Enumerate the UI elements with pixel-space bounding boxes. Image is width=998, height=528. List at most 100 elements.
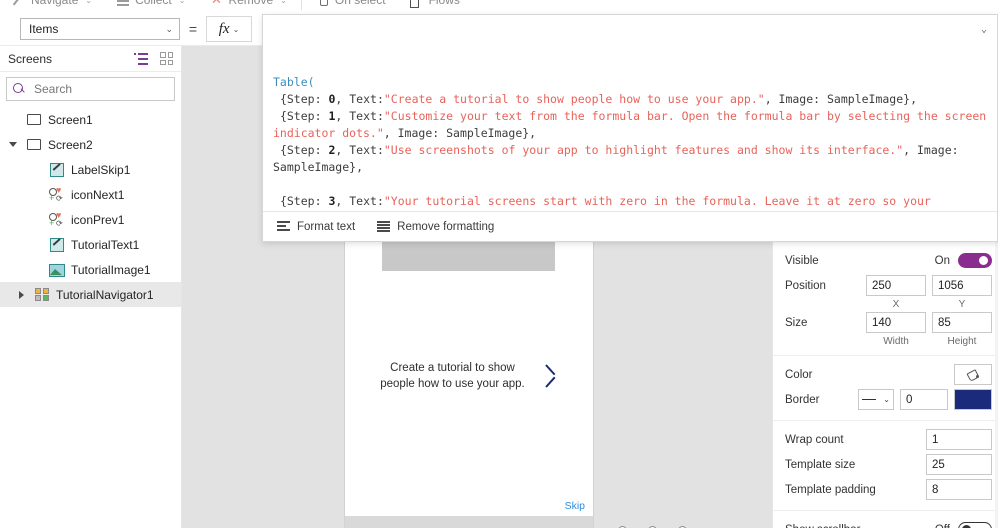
- collapse-formula-icon[interactable]: ⌄: [981, 21, 987, 38]
- position-x-input[interactable]: [866, 275, 926, 296]
- tree-item-iconnext1[interactable]: +⟳ iconNext1: [0, 182, 181, 207]
- tree-item-tutorialnavigator1[interactable]: TutorialNavigator1: [0, 282, 181, 307]
- property-label: Wrap count: [785, 433, 844, 446]
- position-y-input[interactable]: [932, 275, 992, 296]
- paint-bucket-icon: [967, 369, 979, 381]
- ribbon-item-on-select[interactable]: On select: [304, 0, 398, 13]
- tree-item-label: TutorialImage1: [71, 262, 151, 277]
- tree-item-label: Screen1: [48, 112, 93, 127]
- tree-item-iconprev1[interactable]: +⟳ iconPrev1: [0, 207, 181, 232]
- properties-section: Color Border ⌄: [773, 355, 998, 420]
- field-group: [866, 312, 992, 333]
- tree-item-label: Screen2: [48, 137, 93, 152]
- formula-line: {Step: 1, Text:"Customize your text from…: [273, 108, 987, 142]
- formula-token: :: [376, 109, 384, 123]
- property-row-position: Position: [773, 273, 998, 298]
- tree-item-tutorialimage1[interactable]: TutorialImage1: [0, 257, 181, 282]
- formula-token: :: [314, 194, 329, 208]
- ribbon-item-label: Flows: [428, 0, 460, 7]
- size-height-input[interactable]: [932, 312, 992, 333]
- remove-formatting-button[interactable]: Remove formatting: [377, 221, 494, 233]
- toggle-show-scrollbar[interactable]: [958, 522, 992, 528]
- color-picker-button[interactable]: [954, 364, 992, 385]
- formula-token: Step: [286, 194, 315, 208]
- toggle-wrapper: On: [935, 253, 992, 268]
- formula-bar-popup[interactable]: ⌄ Table( {Step: 0, Text:"Create a tutori…: [262, 14, 998, 242]
- toggle-knob: [979, 256, 988, 265]
- formula-token: Text: [349, 194, 377, 208]
- ribbon-item-collect[interactable]: Collect ⌄: [104, 0, 197, 13]
- on-select-icon: [316, 0, 330, 7]
- tree-item-screen2[interactable]: Screen2: [0, 132, 181, 157]
- ribbon-item-navigate[interactable]: Navigate ⌄: [0, 0, 104, 13]
- chevron-right-icon[interactable]: [544, 360, 566, 394]
- format-text-button[interactable]: Format text: [277, 221, 355, 233]
- tree-item-label: iconNext1: [71, 187, 125, 202]
- collect-icon: [116, 0, 130, 7]
- border-style-dropdown[interactable]: ⌄: [858, 389, 894, 410]
- chevron-down-icon: ⌄: [232, 24, 240, 34]
- app-preview-screen[interactable]: Create a tutorial to show people how to …: [345, 240, 593, 528]
- ribbon-item-flows[interactable]: Flows: [398, 0, 472, 13]
- toggle-visible[interactable]: [958, 253, 992, 268]
- properties-section: Wrap count Template size Template padding: [773, 420, 998, 510]
- gallery-icon: [35, 288, 49, 301]
- collapse-twisty-icon[interactable]: [6, 142, 20, 147]
- formula-token: , Image: SampleImage},: [383, 126, 537, 140]
- ribbon-item-label: Navigate: [31, 0, 79, 7]
- formula-token: Step: [286, 109, 315, 123]
- tree-view-icon[interactable]: [134, 52, 148, 65]
- formula-token: Text: [349, 143, 377, 157]
- remove-formatting-icon: [377, 221, 391, 232]
- border-style-line-icon: [862, 398, 876, 401]
- ribbon-item-remove[interactable]: ✕ Remove ⌄: [197, 0, 298, 13]
- formula-token: ,: [335, 143, 350, 157]
- size-width-input[interactable]: [866, 312, 926, 333]
- tree-item-screen1[interactable]: Screen1: [0, 107, 181, 132]
- tree-item-labelskip1[interactable]: LabelSkip1: [0, 157, 181, 182]
- expand-twisty-icon[interactable]: [14, 290, 28, 299]
- chevron-down-icon: ⌄: [883, 395, 890, 404]
- property-row-border: Border ⌄: [773, 387, 998, 412]
- wrap-count-input[interactable]: [926, 429, 992, 450]
- toggle-wrapper: Off: [935, 522, 992, 528]
- field-caption: Width: [883, 336, 909, 347]
- toggle-state-label: Off: [935, 524, 950, 528]
- fx-button[interactable]: fx ⌄: [206, 16, 252, 42]
- template-padding-input[interactable]: [926, 479, 992, 500]
- border-width-input[interactable]: [900, 389, 948, 410]
- ribbon-separator: [300, 0, 302, 10]
- search-input[interactable]: [32, 81, 168, 97]
- property-label: Color: [785, 368, 813, 381]
- screen-icon: [27, 139, 41, 150]
- tree-item-tutorialtext1[interactable]: TutorialText1: [0, 232, 181, 257]
- border-color-swatch[interactable]: [954, 389, 992, 410]
- formula-token: Text: [349, 92, 377, 106]
- property-row-color: Color: [773, 362, 998, 387]
- field-group: [866, 275, 992, 296]
- ribbon-item-label: Remove: [228, 0, 274, 7]
- skip-link[interactable]: Skip: [565, 500, 585, 512]
- formula-token: "Create a tutorial to show people how to…: [383, 92, 765, 106]
- search-box[interactable]: [6, 77, 175, 101]
- property-row-template-size: Template size: [773, 452, 998, 477]
- chevron-down-icon: ⌄: [280, 0, 287, 5]
- format-text-icon: [277, 221, 290, 232]
- tree-item-label: iconPrev1: [71, 212, 125, 227]
- ribbon-item-label: Collect: [135, 0, 172, 7]
- property-label: Visible: [785, 254, 819, 267]
- formula-code-editor[interactable]: ⌄ Table( {Step: 0, Text:"Create a tutori…: [263, 15, 997, 211]
- flows-icon: [409, 0, 424, 8]
- formula-token: Text: [349, 109, 377, 123]
- property-row-template-padding: Template padding: [773, 477, 998, 502]
- formula-token: ,: [335, 194, 350, 208]
- tutorial-image-placeholder[interactable]: [382, 240, 555, 271]
- label-icon: [49, 237, 64, 252]
- grid-view-icon[interactable]: [160, 52, 173, 65]
- template-size-input[interactable]: [926, 454, 992, 475]
- tutorial-text-label: Create a tutorial to show people how to …: [380, 362, 525, 390]
- property-dropdown[interactable]: Items ⌄: [20, 18, 180, 40]
- formula-line: {Step: 2, Text:"Use screenshots of your …: [273, 142, 987, 176]
- screen-icon: [27, 114, 41, 125]
- border-field-group: ⌄: [858, 389, 992, 410]
